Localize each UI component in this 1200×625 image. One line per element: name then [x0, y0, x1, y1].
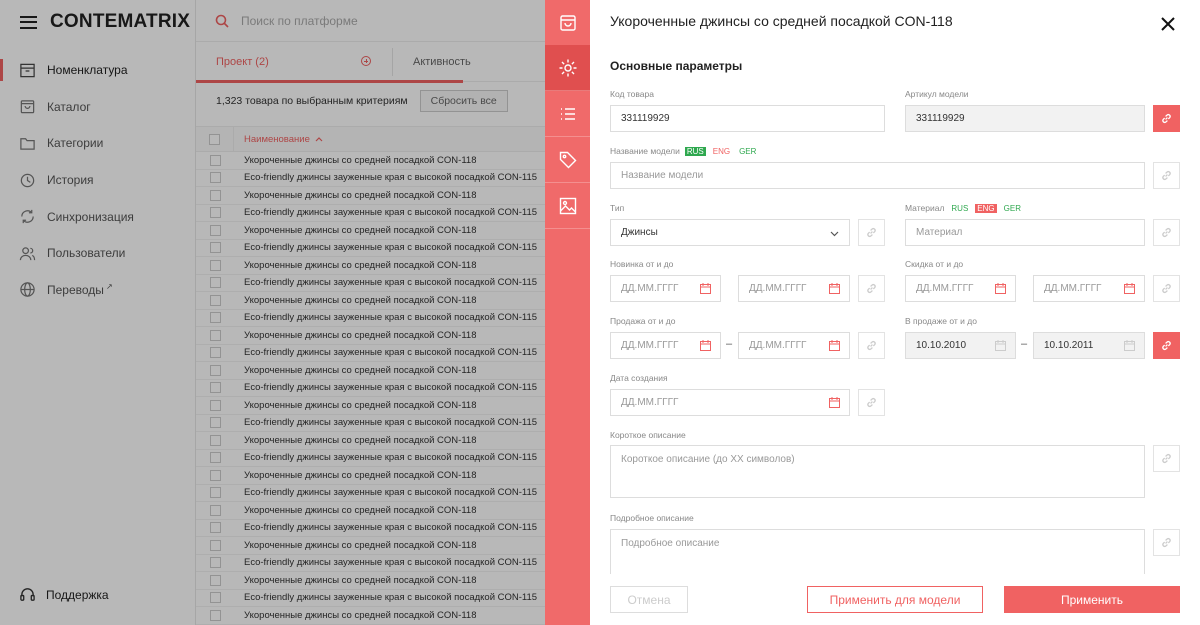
close-icon[interactable] [1159, 15, 1177, 33]
model-name-label: Название модели RUS ENG GER [610, 146, 758, 156]
sale-to-input[interactable] [749, 340, 839, 351]
apply-button[interactable]: Применить [1004, 586, 1180, 613]
type-label: Тип [610, 203, 625, 213]
long-desc-label: Подробное описание [610, 513, 694, 523]
rail-item-list[interactable] [545, 91, 590, 137]
calendar-icon[interactable] [829, 397, 840, 408]
calendar-icon[interactable] [1124, 283, 1135, 294]
article-label: Артикул модели [905, 89, 969, 99]
code-input[interactable] [621, 113, 874, 124]
short-desc-label: Короткое описание [610, 430, 686, 440]
modal-overlay[interactable] [0, 0, 545, 625]
rail-item-images[interactable] [545, 183, 590, 229]
created-field[interactable] [610, 389, 850, 416]
type-select[interactable]: Джинсы [610, 219, 850, 246]
link-toggle-sale[interactable] [858, 332, 885, 359]
new-from-input[interactable] [621, 283, 710, 294]
model-name-input[interactable] [621, 170, 1134, 181]
chevron-down-icon [830, 231, 839, 237]
link-toggle-long-desc[interactable] [1153, 529, 1180, 556]
discount-from-field[interactable] [905, 275, 1016, 302]
article-field: 331119929 [905, 105, 1145, 132]
link-toggle-discount[interactable] [1153, 275, 1180, 302]
apply-for-model-button[interactable]: Применить для модели [807, 586, 983, 613]
short-desc-field[interactable] [610, 445, 1145, 498]
cancel-button[interactable]: Отмена [610, 586, 688, 613]
lang-eng-tab[interactable]: ENG [975, 203, 997, 213]
calendar-icon[interactable] [700, 283, 711, 294]
tag-icon [559, 151, 576, 168]
lang-ger-tab[interactable]: GER [1002, 204, 1023, 213]
link-icon [1162, 170, 1171, 181]
new-to-input[interactable] [749, 283, 839, 294]
panel-icon-rail [545, 0, 590, 625]
new-from-field[interactable] [610, 275, 721, 302]
section-title: Основные параметры [610, 59, 743, 73]
link-toggle-short-desc[interactable] [1153, 445, 1180, 472]
model-name-field[interactable] [610, 162, 1145, 189]
link-toggle-created[interactable] [858, 389, 885, 416]
discount-to-field[interactable] [1033, 275, 1145, 302]
calendar-icon[interactable] [829, 340, 840, 351]
lang-eng-tab[interactable]: ENG [711, 147, 732, 156]
material-input[interactable] [916, 227, 1134, 238]
discount-label: Скидка от и до [905, 259, 964, 269]
lang-rus-tab[interactable]: RUS [684, 146, 706, 156]
link-icon [1162, 453, 1171, 464]
range-dash: – [1021, 338, 1028, 350]
calendar-icon[interactable] [995, 283, 1006, 294]
rail-item-tags[interactable] [545, 137, 590, 183]
link-icon [867, 340, 876, 351]
panel-footer: Отмена Применить для модели Применить [590, 574, 1200, 625]
link-toggle-model-name[interactable] [1153, 162, 1180, 189]
link-icon [1162, 537, 1171, 548]
discount-to-input[interactable] [1044, 283, 1134, 294]
code-field[interactable] [610, 105, 885, 132]
list-icon [560, 107, 575, 120]
link-icon [1162, 283, 1171, 294]
lang-rus-tab[interactable]: RUS [949, 204, 970, 213]
link-icon [1162, 340, 1171, 351]
sale-from-input[interactable] [621, 340, 710, 351]
rail-item-settings[interactable] [545, 45, 590, 91]
sale-to-field[interactable] [738, 332, 850, 359]
code-label: Код товара [610, 89, 654, 99]
rail-item-catalog[interactable] [545, 0, 590, 46]
bag-icon [559, 14, 576, 31]
sale-label: Продажа от и до [610, 316, 676, 326]
gear-icon [559, 59, 576, 76]
sale-from-field[interactable] [610, 332, 721, 359]
link-toggle-type[interactable] [858, 219, 885, 246]
link-toggle-onsale[interactable] [1153, 332, 1180, 359]
link-icon [867, 227, 876, 238]
new-label: Новинка от и до [610, 259, 674, 269]
created-label: Дата создания [610, 373, 668, 383]
link-icon [1162, 227, 1171, 238]
material-field[interactable] [905, 219, 1145, 246]
discount-from-input[interactable] [916, 283, 1005, 294]
range-dash: – [726, 338, 733, 350]
onsale-label: В продаже от и до [905, 316, 977, 326]
link-toggle-new[interactable] [858, 275, 885, 302]
link-icon [867, 283, 876, 294]
panel-title: Укороченные джинсы со средней посадкой C… [610, 13, 953, 29]
link-toggle-article[interactable] [1153, 105, 1180, 132]
calendar-icon [995, 340, 1006, 351]
lang-ger-tab[interactable]: GER [737, 147, 758, 156]
new-to-field[interactable] [738, 275, 850, 302]
link-toggle-material[interactable] [1153, 219, 1180, 246]
product-edit-panel: Укороченные джинсы со средней посадкой C… [590, 0, 1200, 625]
calendar-icon[interactable] [700, 340, 711, 351]
image-icon [559, 197, 576, 214]
short-desc-input[interactable] [621, 454, 1134, 489]
link-icon [1162, 113, 1171, 124]
created-input[interactable] [621, 397, 839, 408]
onsale-from-field: 10.10.2010 [905, 332, 1016, 359]
link-icon [867, 397, 876, 408]
calendar-icon[interactable] [829, 283, 840, 294]
onsale-to-field: 10.10.2011 [1033, 332, 1145, 359]
calendar-icon [1124, 340, 1135, 351]
material-label: Материал RUS ENG GER [905, 203, 1023, 213]
